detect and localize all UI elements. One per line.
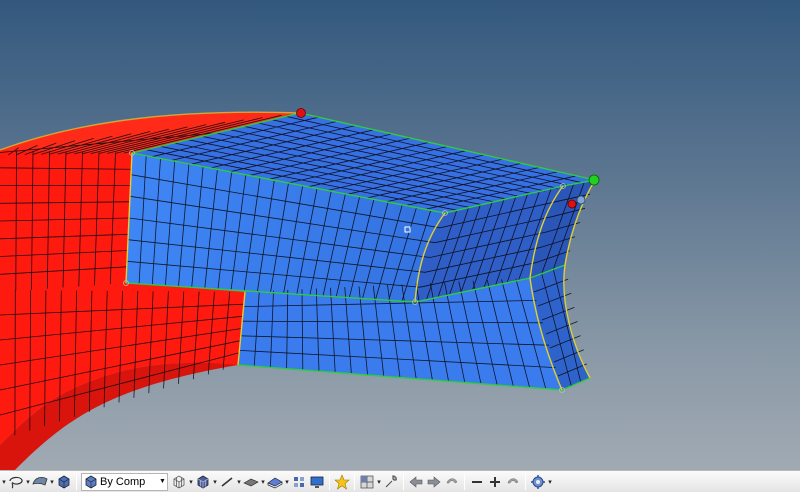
star-icon[interactable] <box>333 473 351 491</box>
view-cube-icon[interactable] <box>31 473 49 491</box>
mesh-model[interactable] <box>0 0 800 470</box>
lasso-icon[interactable] <box>7 473 25 491</box>
undo-icon[interactable] <box>443 473 461 491</box>
zoom-out-icon[interactable] <box>468 473 486 491</box>
surface-icon[interactable] <box>266 473 284 491</box>
cube-color-icon <box>84 473 98 491</box>
chevron-down-icon[interactable]: ▾ <box>547 473 553 491</box>
plane-icon[interactable] <box>242 473 260 491</box>
node-marker-red-small <box>567 199 577 209</box>
wireframe-cube-icon[interactable] <box>170 473 188 491</box>
settings-icon[interactable] <box>529 473 547 491</box>
node-marker-green <box>588 174 600 186</box>
chevron-down-icon: ▼ <box>159 478 166 485</box>
zoom-in-icon[interactable] <box>486 473 504 491</box>
display-mode-value: By Comp <box>100 475 146 488</box>
shaded-cube-icon[interactable] <box>194 473 212 491</box>
node-marker-blue <box>576 195 586 205</box>
grid-layout-icon[interactable] <box>290 473 308 491</box>
component-color-icon[interactable] <box>55 473 73 491</box>
mesh-icon[interactable] <box>358 473 376 491</box>
arrow-right-icon[interactable] <box>425 473 443 491</box>
line-style-icon[interactable] <box>218 473 236 491</box>
wrench-icon[interactable] <box>382 473 400 491</box>
display-mode-select[interactable]: By Comp ▼ <box>81 472 168 491</box>
monitor-icon[interactable] <box>308 473 326 491</box>
rotate-icon[interactable] <box>504 473 522 491</box>
arrow-left-icon[interactable] <box>407 473 425 491</box>
node-marker-red <box>296 108 306 118</box>
graphics-viewport[interactable] <box>0 0 800 470</box>
bottom-toolbar: ▾ ▾ ▾ By Comp ▼ ▾ ▾ ▾ ▾ ▾ ▾ ▾ <box>0 470 800 492</box>
